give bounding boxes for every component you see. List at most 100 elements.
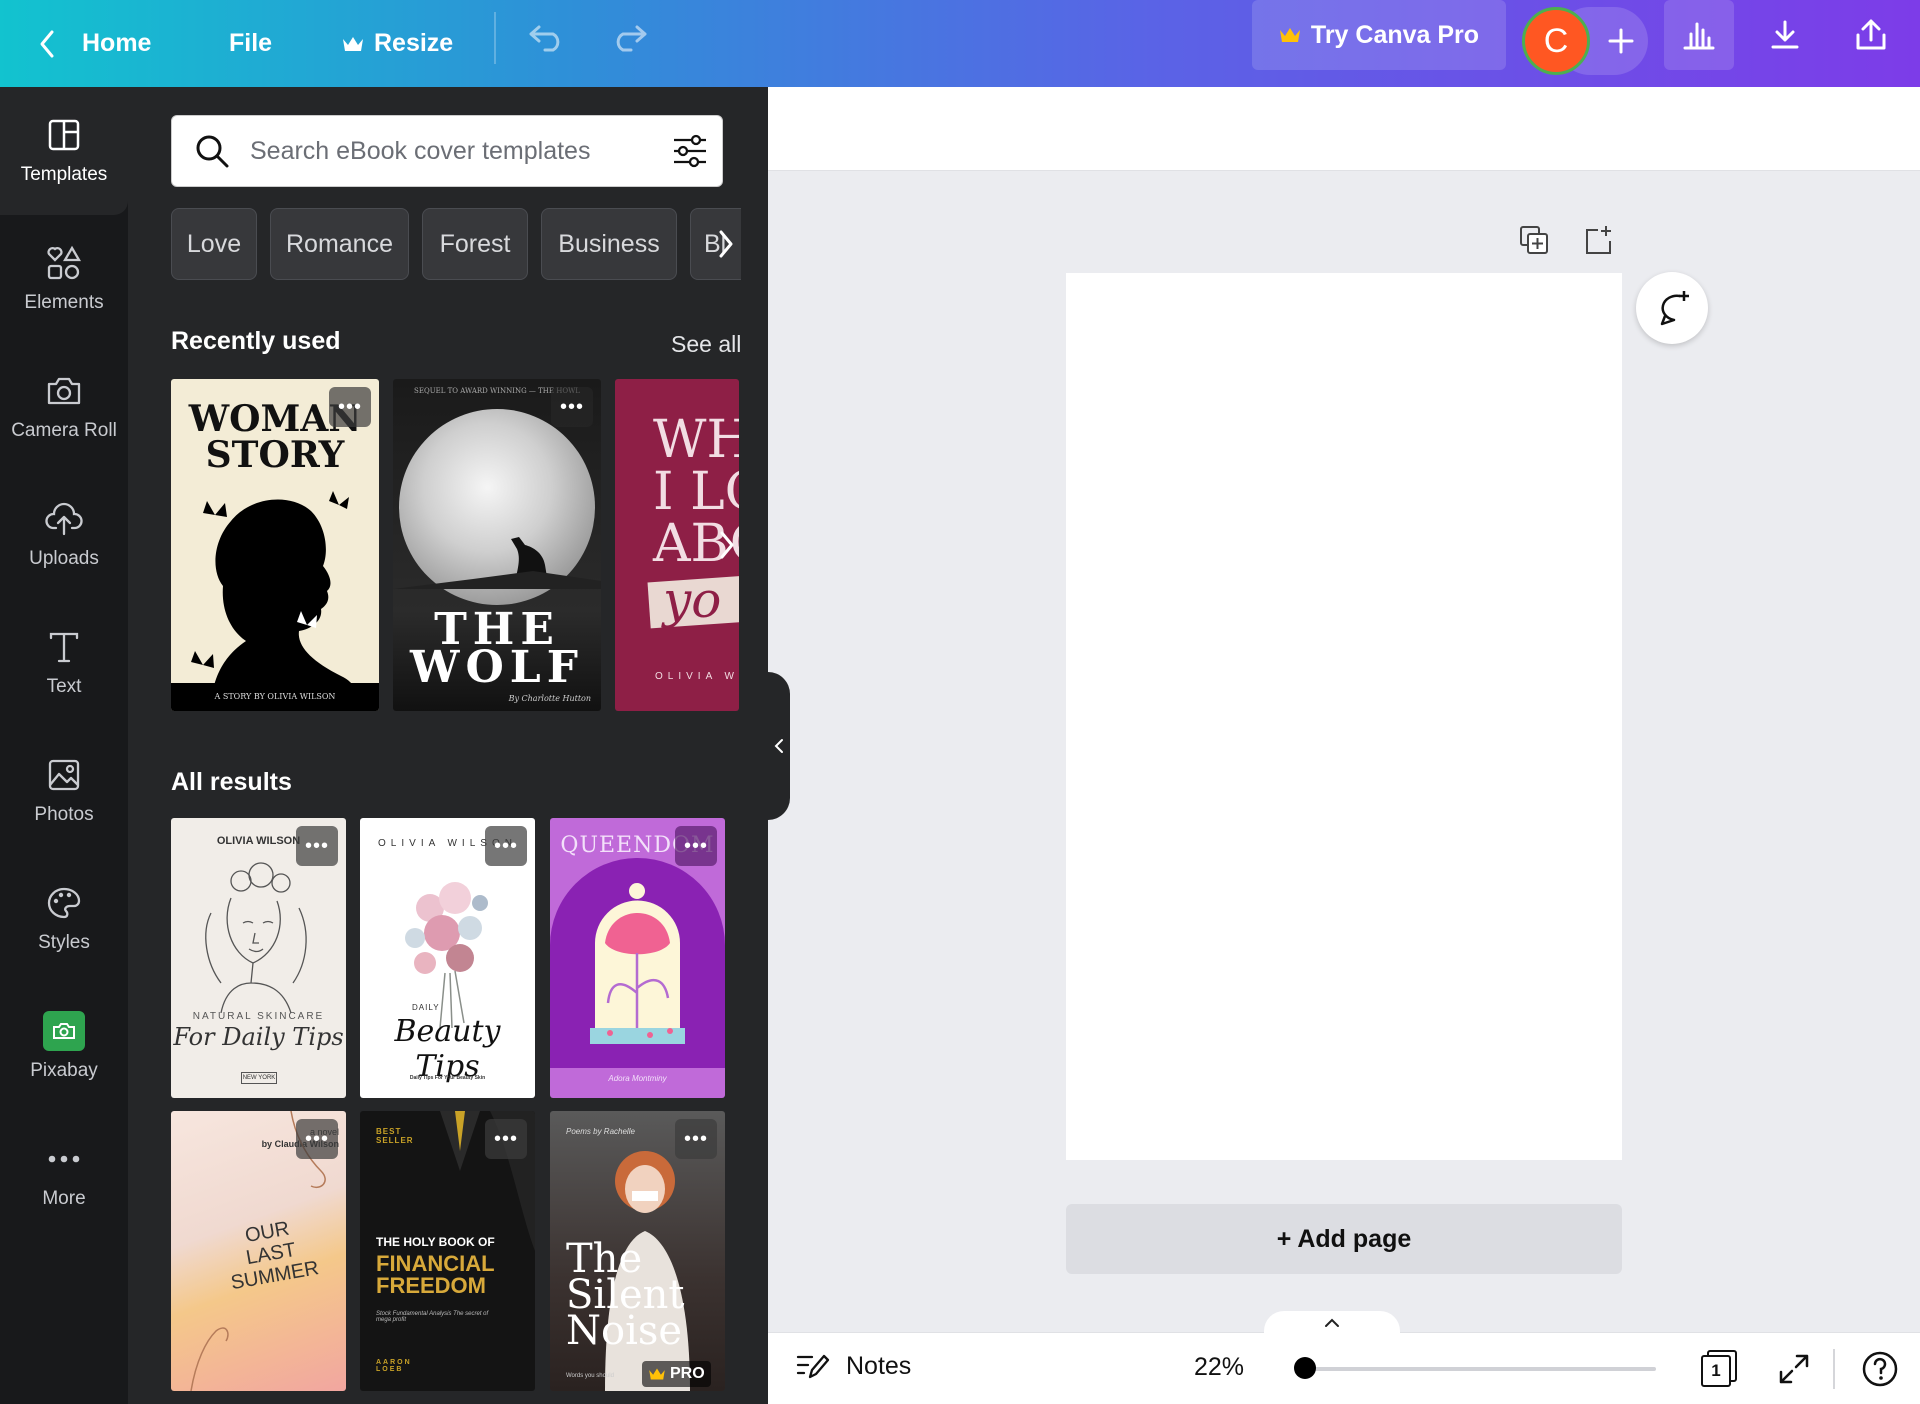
redo-icon <box>616 25 647 52</box>
template-badge: BEST SELLER <box>376 1127 414 1145</box>
add-page-icon <box>1586 226 1611 254</box>
chip-love[interactable]: Love <box>171 208 257 280</box>
recent-template-2[interactable]: SEQUEL TO AWARD WINNING — THE HOWL THE W… <box>393 379 601 711</box>
see-all-link[interactable]: See all <box>671 331 741 358</box>
result-template-2[interactable]: OLIVIA WILSON DAILY Beauty Tips Daily Ti… <box>360 818 535 1098</box>
add-comment-button[interactable] <box>1636 272 1708 344</box>
download-button[interactable] <box>1750 0 1820 70</box>
notes-button[interactable]: Notes <box>796 1351 911 1381</box>
design-page[interactable] <box>1066 273 1622 1160</box>
wolf-silhouette <box>393 537 601 589</box>
template-script: For Daily Tips <box>173 1023 344 1051</box>
share-button[interactable] <box>1836 0 1906 70</box>
chip-business[interactable]: Business <box>541 208 677 280</box>
rail-label: Styles <box>38 932 90 953</box>
result-template-1[interactable]: OLIVIA WILSON NATURAL SKINCARE For Daily… <box>171 818 346 1098</box>
fullscreen-button[interactable] <box>1772 1347 1816 1391</box>
rail-item-uploads[interactable]: Uploads <box>0 471 128 599</box>
template-more-button[interactable]: ••• <box>485 826 527 866</box>
result-template-3[interactable]: QUEENDOM Adora Montminy ••• <box>550 818 725 1098</box>
template-footer: Daily Tips For Your Beauty Skin <box>409 1075 486 1081</box>
pixabay-icon <box>43 1011 85 1051</box>
elements-icon <box>47 245 82 280</box>
collapse-panel-button[interactable] <box>768 672 790 820</box>
template-title-line: Noise <box>566 1308 683 1354</box>
text-icon <box>49 632 79 663</box>
insights-button[interactable] <box>1664 0 1734 70</box>
result-template-6[interactable]: Poems by Rachelle The Silent Noise Words… <box>550 1111 725 1391</box>
zoom-percentage[interactable]: 22% <box>1194 1353 1244 1382</box>
template-more-button[interactable]: ••• <box>551 387 593 427</box>
rail-item-more[interactable]: More <box>0 1111 128 1239</box>
result-template-4[interactable]: a novel by Claudia Wilson OUR LAST SUMME… <box>171 1111 346 1391</box>
add-page-above-button[interactable] <box>1578 220 1618 260</box>
template-title-line: WHA <box>653 410 739 470</box>
template-more-button[interactable]: ••• <box>296 1119 338 1159</box>
filter-icon[interactable] <box>672 134 708 168</box>
template-script: Beauty Tips <box>394 1014 501 1084</box>
undo-button[interactable] <box>512 2 582 72</box>
template-title-line: FINANCIAL <box>376 1251 495 1276</box>
recent-template-1[interactable]: WOMAN STORY A STORY BY OLIVIA WILSON ••• <box>171 379 379 711</box>
resize-button[interactable]: Resize <box>342 0 453 87</box>
home-button[interactable]: Home <box>38 0 151 87</box>
recently-used-title: Recently used <box>171 327 341 355</box>
template-footer: Words you should <box>566 1373 614 1379</box>
template-more-button[interactable]: ••• <box>675 826 717 866</box>
page-strip-toggle[interactable] <box>1264 1311 1400 1335</box>
plus-icon <box>1608 28 1634 54</box>
chip-forest[interactable]: Forest <box>422 208 528 280</box>
rail-label: Photos <box>34 804 94 825</box>
flower-bouquet-illustration <box>405 882 488 1029</box>
template-more-button[interactable]: ••• <box>296 826 338 866</box>
page-count-button[interactable]: 1 <box>1698 1347 1742 1391</box>
chart-icon <box>1683 22 1715 50</box>
crown-icon <box>649 1368 665 1380</box>
rail-item-photos[interactable]: Photos <box>0 727 128 855</box>
template-pretitle: THE HOLY BOOK OF <box>376 1235 495 1249</box>
chevron-up-icon <box>1325 1318 1339 1327</box>
user-avatar[interactable]: C <box>1522 7 1590 75</box>
crown-icon <box>343 36 363 51</box>
rail-label: Templates <box>20 164 108 185</box>
bottom-bar: Notes 22% 1 <box>768 1311 1920 1404</box>
redo-button[interactable] <box>594 2 664 72</box>
help-button[interactable] <box>1858 1347 1902 1391</box>
silhouette-illustration <box>191 491 361 711</box>
rail-item-templates[interactable]: Templates <box>0 87 128 215</box>
template-footer: By Charlotte Hutton <box>508 694 591 703</box>
file-menu-button[interactable]: File <box>229 0 272 87</box>
add-page-button[interactable]: + Add page <box>1066 1204 1622 1274</box>
chip-label: Romance <box>286 229 393 258</box>
template-header: Poems by Rachelle <box>566 1127 635 1136</box>
palette-icon <box>47 887 81 919</box>
zoom-slider-track[interactable] <box>1306 1367 1656 1371</box>
try-pro-button[interactable]: Try Canva Pro <box>1252 0 1506 70</box>
template-title-line: I LO <box>653 462 739 522</box>
template-small-label: DAILY <box>412 1003 440 1012</box>
rail-item-camera-roll[interactable]: Camera Roll <box>0 343 128 471</box>
rail-item-styles[interactable]: Styles <box>0 855 128 983</box>
chip-label: Forest <box>439 229 511 258</box>
templates-panel: Love Romance Forest Business Bl Recently… <box>128 87 768 1404</box>
duplicate-page-button[interactable] <box>1514 220 1554 260</box>
undo-icon <box>529 25 560 52</box>
template-more-button[interactable]: ••• <box>329 387 371 427</box>
zoom-slider-handle[interactable] <box>1294 1357 1316 1379</box>
pages-icon: 1 <box>1701 1350 1739 1388</box>
chevron-left-icon <box>774 739 783 753</box>
rail-item-text[interactable]: Text <box>0 599 128 727</box>
try-pro-label: Try Canva Pro <box>1310 20 1480 49</box>
search-input[interactable] <box>250 134 640 168</box>
rail-item-elements[interactable]: Elements <box>0 215 128 343</box>
share-icon <box>1856 19 1886 50</box>
rail-item-pixabay[interactable]: Pixabay <box>0 983 128 1111</box>
template-more-button[interactable]: ••• <box>675 1119 717 1159</box>
chevron-right-icon[interactable] <box>716 229 736 259</box>
rail-label: Camera Roll <box>11 420 117 441</box>
chip-romance[interactable]: Romance <box>270 208 409 280</box>
template-more-button[interactable]: ••• <box>485 1119 527 1159</box>
template-subtitle: NATURAL SKINCARE <box>192 1011 325 1022</box>
result-template-5[interactable]: BEST SELLER THE HOLY BOOK OF FINANCIAL F… <box>360 1111 535 1391</box>
scroll-right-icon[interactable] <box>717 530 737 560</box>
